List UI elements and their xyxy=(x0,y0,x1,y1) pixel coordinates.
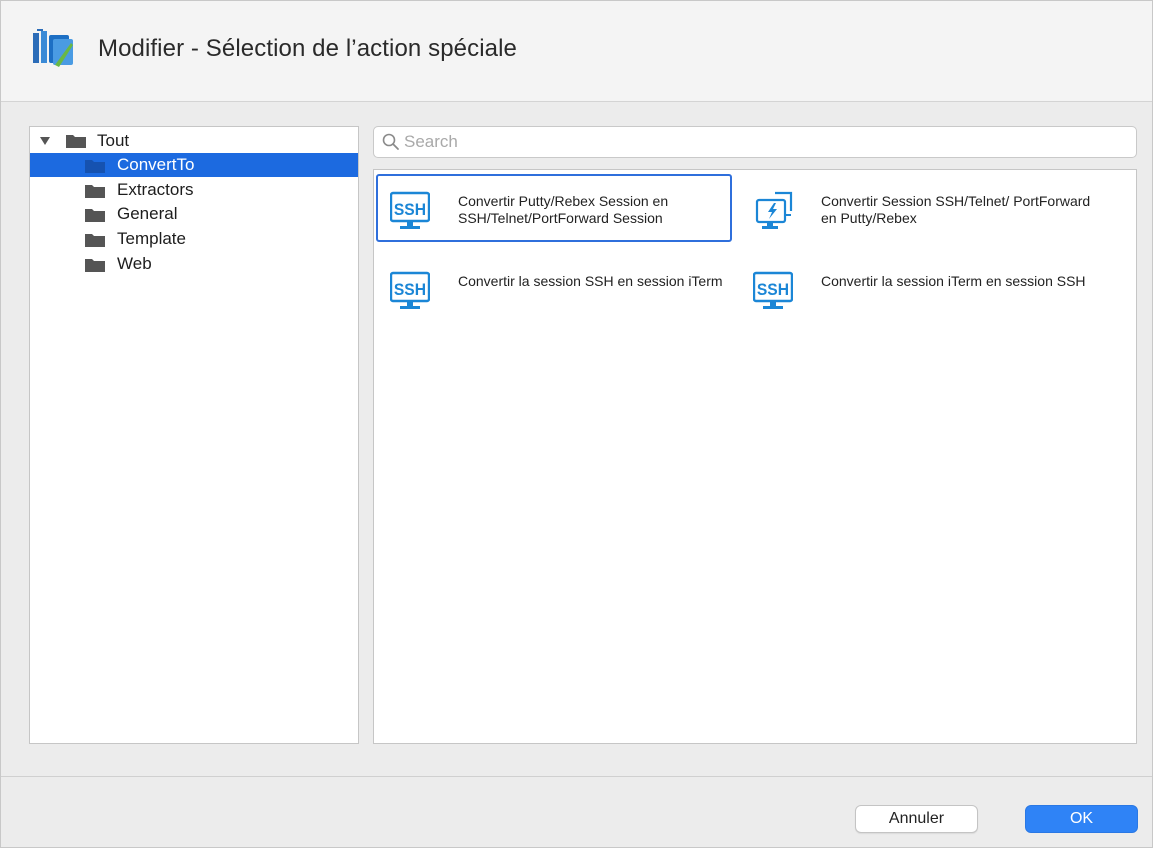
tree-item-label: Web xyxy=(117,254,152,273)
app-logo-icon xyxy=(33,29,73,67)
tree-item-label: Extractors xyxy=(117,180,194,199)
tree-item-root[interactable]: Tout xyxy=(30,129,358,153)
action-tile-putty-to-ssh[interactable]: SSH Convertir Putty/Rebex Session en SSH… xyxy=(376,174,732,242)
tree-item-web[interactable]: Web xyxy=(30,252,358,276)
search-field[interactable] xyxy=(373,126,1137,158)
action-label: Convertir Session SSH/Telnet/ PortForwar… xyxy=(821,193,1091,226)
ssh-monitor-icon: SSH xyxy=(390,191,430,229)
tree-item-label: General xyxy=(117,204,178,223)
folder-icon xyxy=(85,160,105,173)
folder-icon xyxy=(85,185,105,198)
tree-item-label: Tout xyxy=(97,131,130,150)
svg-text:SSH: SSH xyxy=(757,280,789,299)
action-label: Convertir Putty/Rebex Session en SSH/Tel… xyxy=(458,193,669,226)
folder-icon xyxy=(85,209,105,222)
dialog-window: Modifier - Sélection de l’action spécial… xyxy=(0,0,1153,848)
folder-icon xyxy=(66,135,86,148)
action-label: Convertir la session iTerm en session SS… xyxy=(821,273,1086,289)
tree-item-template[interactable]: Template xyxy=(30,227,358,251)
lightning-monitor-icon xyxy=(755,191,793,229)
svg-text:SSH: SSH xyxy=(394,280,426,299)
tree-item-label: Template xyxy=(117,229,186,248)
tree-item-general[interactable]: General xyxy=(30,202,358,226)
dialog-title: Modifier - Sélection de l’action spécial… xyxy=(98,35,517,62)
ssh-monitor-icon: SSH xyxy=(753,271,793,309)
folder-icon xyxy=(85,259,105,272)
search-input[interactable] xyxy=(404,130,1124,154)
tree-item-convertto[interactable]: ConvertTo xyxy=(30,153,358,177)
disclosure-triangle-icon[interactable] xyxy=(40,137,50,145)
action-grid: SSH Convertir Putty/Rebex Session en SSH… xyxy=(373,169,1137,744)
action-tile-iterm-to-ssh[interactable]: SSH Convertir la session iTerm en sessio… xyxy=(739,254,1095,322)
cancel-button[interactable]: Annuler xyxy=(855,805,978,833)
footer-divider xyxy=(1,776,1152,777)
tree-item-extractors[interactable]: Extractors xyxy=(30,178,358,202)
ssh-monitor-icon: SSH xyxy=(390,271,430,309)
action-label: Convertir la session SSH en session iTer… xyxy=(458,273,723,289)
action-tile-ssh-to-iterm[interactable]: SSH Convertir la session SSH en session … xyxy=(376,254,732,322)
folder-icon xyxy=(85,234,105,247)
tree-item-label: ConvertTo xyxy=(117,155,195,174)
svg-text:SSH: SSH xyxy=(394,200,426,219)
search-icon xyxy=(382,133,399,150)
category-tree[interactable]: Tout ConvertTo Extractors General Templa xyxy=(29,126,359,744)
dialog-header: Modifier - Sélection de l’action spécial… xyxy=(1,1,1152,102)
ok-button[interactable]: OK xyxy=(1025,805,1138,833)
action-tile-ssh-to-putty[interactable]: Convertir Session SSH/Telnet/ PortForwar… xyxy=(739,174,1095,242)
